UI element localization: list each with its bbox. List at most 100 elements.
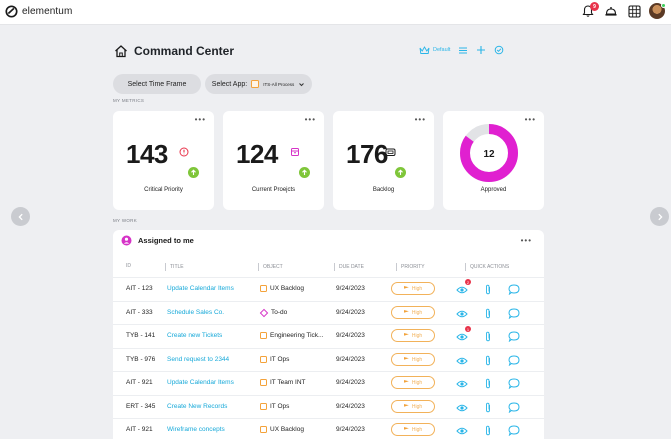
- check-circle-icon[interactable]: [494, 45, 504, 55]
- view-button[interactable]: [456, 306, 468, 324]
- attach-button[interactable]: [484, 282, 492, 300]
- eye-icon: [456, 427, 468, 435]
- app-select-value: ITS-All Process: [263, 81, 295, 87]
- metric-card-approved[interactable]: ••• 12 Approved: [443, 111, 544, 210]
- priority-badge[interactable]: High: [391, 376, 435, 389]
- table-row[interactable]: ERT - 345 Create New Records IT Ops 9/24/20…: [113, 395, 544, 418]
- column-header-priority[interactable]: PRIORITY: [396, 263, 425, 271]
- priority-badge[interactable]: High: [391, 353, 435, 366]
- comment-button[interactable]: [508, 376, 520, 394]
- row-title-link[interactable]: Create new Tickets: [167, 332, 222, 339]
- app-select[interactable]: Select App: ITS-All Process: [205, 74, 312, 94]
- column-header-due-date[interactable]: DUE DATE: [334, 263, 364, 271]
- row-title-link[interactable]: Update Calendar Items: [167, 285, 234, 292]
- add-icon[interactable]: [476, 45, 486, 55]
- user-avatar[interactable]: [649, 3, 666, 19]
- top-bar: elementum 9: [0, 0, 671, 25]
- table-row[interactable]: AIT - 333 Schedule Sales Co. To-do 9/24/202…: [113, 301, 544, 324]
- table-row[interactable]: AIT - 921 Wireframe concepts UX Backlog 9/2…: [113, 418, 544, 439]
- metric-card-critical[interactable]: ••• 143 Critical Priority: [113, 111, 214, 210]
- notifications-button[interactable]: 9: [580, 2, 599, 19]
- metric-label: Backlog: [372, 187, 395, 193]
- row-title-link[interactable]: Send request to 2344: [167, 356, 229, 363]
- comment-icon: [508, 308, 520, 320]
- priority-badge[interactable]: High: [391, 329, 435, 342]
- row-title-link[interactable]: Update Calendar Items: [167, 379, 234, 386]
- app-name: elementum: [22, 6, 73, 17]
- more-options-icon[interactable]: •••: [521, 236, 532, 245]
- priority-badge[interactable]: High: [391, 282, 435, 295]
- row-id: AIT - 123: [126, 285, 153, 292]
- attach-button[interactable]: [484, 400, 492, 418]
- flag-icon: [403, 380, 409, 383]
- view-button[interactable]: 2: [456, 279, 471, 300]
- attach-button[interactable]: [484, 423, 492, 439]
- grid-button[interactable]: [626, 3, 642, 19]
- metric-card-projects[interactable]: ••• 124 Current Proejcts: [223, 111, 324, 210]
- time-frame-button[interactable]: Select Time Frame: [113, 74, 201, 94]
- row-object[interactable]: Engineering Tick...: [260, 332, 323, 339]
- comment-button[interactable]: [508, 353, 520, 371]
- row-due-date: 9/24/2023: [336, 332, 365, 339]
- carousel-next-button[interactable]: [650, 207, 669, 226]
- row-object[interactable]: UX Backlog: [260, 426, 304, 433]
- more-options-icon[interactable]: •••: [525, 115, 536, 124]
- flag-icon: [403, 427, 409, 430]
- priority-badge[interactable]: High: [391, 423, 435, 436]
- view-button[interactable]: [456, 376, 468, 394]
- row-title-link[interactable]: Schedule Sales Co.: [167, 309, 224, 316]
- eye-icon: [456, 380, 468, 388]
- more-options-icon[interactable]: •••: [415, 115, 426, 124]
- comment-button[interactable]: [508, 282, 520, 300]
- row-object[interactable]: IT Team INT: [260, 379, 306, 386]
- comment-button[interactable]: [508, 329, 520, 347]
- time-frame-label: Select Time Frame: [127, 80, 187, 88]
- row-title-link[interactable]: Wireframe concepts: [167, 426, 225, 433]
- service-bell-button[interactable]: [603, 3, 619, 19]
- row-object[interactable]: To-do: [259, 308, 287, 317]
- attach-button[interactable]: [484, 329, 492, 347]
- row-object[interactable]: IT Ops: [260, 356, 289, 363]
- app-logo[interactable]: elementum: [5, 5, 72, 18]
- column-header-title[interactable]: TITLE: [165, 263, 184, 271]
- attach-button[interactable]: [484, 376, 492, 394]
- carousel-prev-button[interactable]: [11, 207, 30, 226]
- view-button[interactable]: [456, 400, 468, 418]
- metric-card-backlog[interactable]: ••• 176 Backlog: [333, 111, 434, 210]
- view-button[interactable]: [456, 423, 468, 439]
- column-header-quick-actions[interactable]: QUICK ACTIONS: [465, 263, 509, 271]
- row-due-date: 9/24/2023: [336, 285, 365, 292]
- table-row[interactable]: AIT - 123 Update Calendar Items UX Backlog…: [113, 277, 544, 300]
- home-icon: [115, 45, 127, 58]
- more-options-icon[interactable]: •••: [305, 115, 316, 124]
- object-box-icon: [260, 285, 267, 292]
- metric-value: 143: [126, 139, 168, 169]
- view-button[interactable]: [456, 353, 468, 371]
- metric-label: Critical Priority: [144, 187, 183, 193]
- table-row[interactable]: TYB - 141 Create new Tickets Engineering T…: [113, 324, 544, 347]
- default-view-link[interactable]: Default: [419, 45, 450, 55]
- metric-value: 176: [346, 139, 388, 169]
- row-title-link[interactable]: Create New Records: [167, 403, 227, 410]
- column-header-id[interactable]: ID: [126, 263, 131, 269]
- comment-button[interactable]: [508, 423, 520, 439]
- comment-button[interactable]: [508, 400, 520, 418]
- row-object[interactable]: UX Backlog: [260, 285, 304, 292]
- column-header-object[interactable]: OBJECT: [258, 263, 283, 271]
- comment-icon: [508, 284, 520, 296]
- comment-button[interactable]: [508, 306, 520, 324]
- row-due-date: 9/24/2023: [336, 379, 365, 386]
- priority-badge[interactable]: High: [391, 306, 435, 319]
- table-row[interactable]: AIT - 921 Update Calendar Items IT Team IN…: [113, 371, 544, 394]
- menu-icon[interactable]: [458, 46, 468, 55]
- view-button[interactable]: 1: [456, 326, 471, 347]
- attach-button[interactable]: [484, 353, 492, 371]
- attach-button[interactable]: [484, 306, 492, 324]
- flag-icon: [403, 310, 409, 313]
- elementum-logo-icon: [5, 5, 18, 18]
- alert-icon: [179, 147, 189, 157]
- priority-badge[interactable]: High: [391, 400, 435, 413]
- row-object[interactable]: IT Ops: [260, 403, 289, 410]
- table-row[interactable]: TYB - 976 Send request to 2344 IT Ops 9/24/…: [113, 348, 544, 371]
- more-options-icon[interactable]: •••: [195, 115, 206, 124]
